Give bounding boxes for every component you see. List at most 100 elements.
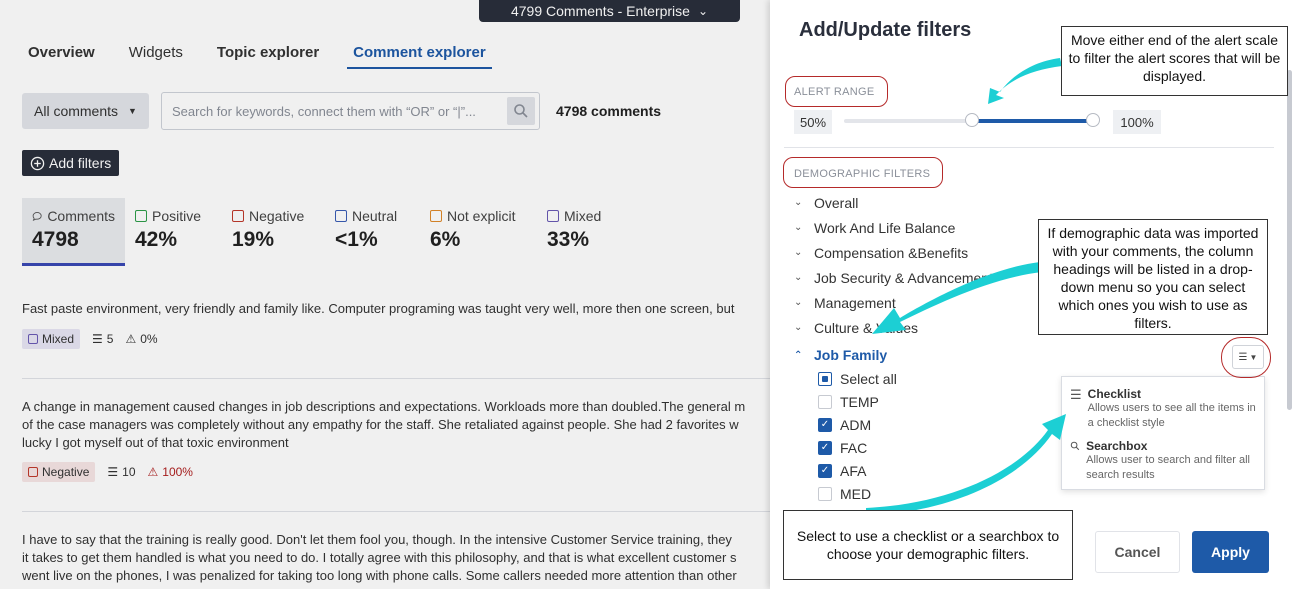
chevron-down-icon: ⌄	[794, 297, 803, 308]
sentiment-badge[interactable]: Negative	[22, 462, 96, 482]
tab-widgets[interactable]: Widgets	[123, 44, 189, 69]
demographic-item[interactable]: ⌄ Compensation &Benefits	[794, 240, 993, 265]
stat-value: 4798	[32, 228, 79, 251]
comments-filter-select[interactable]: All comments ▼	[22, 93, 149, 129]
comment-line: went live on the phones, I was penalized…	[22, 568, 737, 583]
cancel-button[interactable]: Cancel	[1095, 531, 1180, 573]
caret-down-icon: ▼	[128, 106, 137, 116]
nav-tabs: Overview Widgets Topic explorer Comment …	[22, 44, 514, 69]
demographic-item[interactable]: ⌄ Job Security & Advancement	[794, 265, 993, 290]
demographic-item-label: Overall	[814, 194, 859, 211]
checkbox-label: MED	[840, 485, 872, 502]
comment-count: 4798 comments	[556, 103, 662, 119]
checkbox-med[interactable]: MED	[818, 482, 897, 505]
not-explicit-face-icon	[430, 210, 442, 222]
stat-label: Neutral	[352, 208, 398, 224]
search-placeholder: Search for keywords, connect them with “…	[172, 103, 476, 119]
demographic-item-label: Job Family	[814, 347, 888, 363]
comment-line: I have to say that the training is reall…	[22, 532, 732, 547]
add-filters-label: Add filters	[49, 155, 112, 171]
people-count-value: 10	[122, 465, 136, 479]
divider	[22, 511, 770, 512]
chevron-up-icon: ⌃	[794, 349, 803, 361]
positive-face-icon	[135, 210, 147, 222]
alert-range-fill	[972, 119, 1088, 123]
warning-icon: ⚠	[147, 465, 159, 479]
panel-title: Add/Update filters	[799, 19, 972, 41]
divider	[784, 147, 1274, 148]
checkbox-afa[interactable]: ✓ AFA	[818, 459, 897, 482]
option-desc: Allows user to search and filter all sea…	[1086, 454, 1250, 481]
alert-range-low-handle[interactable]	[965, 113, 979, 127]
stat-label: Not explicit	[447, 208, 516, 224]
checklist-icon: ☰	[1070, 387, 1082, 402]
tab-topic-explorer[interactable]: Topic explorer	[211, 44, 325, 69]
apply-button[interactable]: Apply	[1192, 531, 1269, 573]
chevron-down-icon: ⌄	[794, 247, 803, 258]
demographic-item-label: Work And Life Balance	[814, 219, 956, 236]
checkbox-adm[interactable]: ✓ ADM	[818, 413, 897, 436]
sentiment-badge-label: Mixed	[42, 332, 75, 346]
search-icon	[514, 104, 528, 118]
stat-value: 33%	[547, 228, 590, 251]
alert-score-value: 0%	[140, 332, 158, 346]
comments-dropdown-label: 4799 Comments - Enterprise	[510, 3, 690, 19]
stat-mixed[interactable]: Mixed 33%	[537, 198, 627, 266]
demographic-item-label: Compensation &Benefits	[814, 244, 969, 261]
toolbar: All comments ▼ Search for keywords, conn…	[22, 92, 661, 130]
comment-tags: Mixed ☰ 5 ⚠ 0%	[22, 329, 158, 349]
mixed-face-icon	[547, 210, 559, 222]
alert-range-callout: Move either end of the alert scale to fi…	[1061, 26, 1288, 96]
demographic-item[interactable]: ⌄ Culture & Values	[794, 315, 993, 340]
tab-comment-explorer[interactable]: Comment explorer	[347, 44, 492, 69]
demographic-callout: If demographic data was imported with yo…	[1038, 219, 1268, 335]
background-dim	[0, 0, 770, 589]
people-count-value: 5	[106, 332, 114, 346]
chevron-down-icon: ⌄	[794, 197, 803, 208]
highlight-mode-button	[1221, 337, 1271, 378]
demographic-item[interactable]: ⌄ Management	[794, 290, 993, 315]
alert-range-high-handle[interactable]	[1086, 113, 1100, 127]
checkbox[interactable]: ✓	[818, 440, 832, 455]
checkbox[interactable]: ✓	[818, 417, 832, 432]
comment-text: Fast paste environment, very friendly an…	[22, 300, 770, 318]
add-filters-button[interactable]: Add filters	[22, 150, 120, 176]
panel-scrollbar[interactable]	[1287, 70, 1292, 410]
stat-comments[interactable]: Comments 4798	[22, 198, 125, 266]
checkbox-fac[interactable]: ✓ FAC	[818, 436, 897, 459]
tab-overview[interactable]: Overview	[22, 44, 101, 69]
comment-line: of the case managers was completely with…	[22, 417, 739, 432]
stat-positive[interactable]: Positive 42%	[125, 198, 222, 266]
search-input[interactable]: Search for keywords, connect them with “…	[161, 92, 540, 130]
highlight-alert-range	[785, 76, 888, 107]
stat-neutral[interactable]: Neutral <1%	[325, 198, 420, 266]
alert-score: ⚠ 0%	[125, 332, 157, 346]
stat-label: Negative	[249, 208, 305, 224]
stat-label: Positive	[152, 208, 202, 224]
option-searchbox[interactable]: Searchbox Allows user to search and filt…	[1070, 439, 1256, 483]
demographic-item-job-family[interactable]: ⌃ Job Family	[794, 340, 993, 370]
checkbox-select-all[interactable]: Select all	[818, 367, 897, 390]
search-button[interactable]	[507, 97, 535, 125]
checkbox[interactable]	[818, 371, 832, 386]
sentiment-badge[interactable]: Mixed	[22, 329, 81, 349]
demographic-item[interactable]: ⌄ Overall	[794, 190, 993, 215]
checkbox-temp[interactable]: TEMP	[818, 390, 897, 413]
checkbox[interactable]	[818, 486, 832, 501]
option-checklist[interactable]: ☰ Checklist Allows users to see all the …	[1070, 387, 1256, 431]
people-count: ☰ 5	[92, 332, 113, 346]
demographic-item-label: Job Security & Advancement	[814, 269, 993, 286]
chevron-down-icon: ⌄	[794, 272, 803, 283]
app-window: 4799 Comments - Enterprise ⌄ Overview Wi…	[0, 0, 1300, 589]
checkbox[interactable]	[818, 394, 832, 409]
stat-not-explicit[interactable]: Not explicit 6%	[420, 198, 537, 266]
alert-score: ⚠ 100%	[148, 465, 193, 479]
demographic-item[interactable]: ⌄ Work And Life Balance	[794, 215, 993, 240]
stat-negative[interactable]: Negative 19%	[222, 198, 325, 266]
comments-dropdown[interactable]: 4799 Comments - Enterprise ⌄	[479, 0, 740, 22]
search-icon	[1070, 441, 1080, 451]
comment-tags: Negative ☰ 10 ⚠ 100%	[22, 462, 193, 482]
comment-line: lucky I got myself out of that toxic env…	[22, 435, 289, 450]
checkbox-label: AFA	[840, 462, 867, 479]
checkbox[interactable]: ✓	[818, 463, 832, 478]
